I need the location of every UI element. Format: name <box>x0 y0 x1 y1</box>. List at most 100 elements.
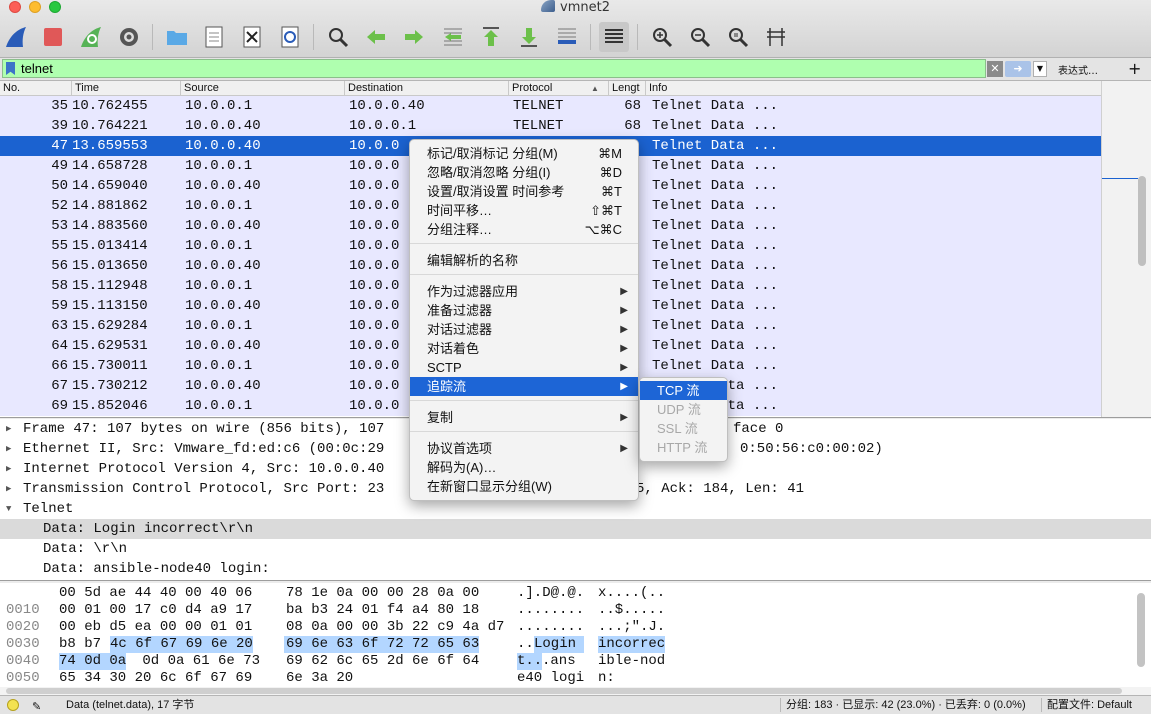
colorize-icon <box>605 29 623 43</box>
menu-item-follow-stream[interactable]: 追踪流 ▶ <box>410 377 638 396</box>
normal-size-button[interactable] <box>723 22 753 52</box>
packet-bytes: 0010 00 5d ae 44 40 00 40 06 78 1e 0a 00… <box>0 583 1151 703</box>
zoom-out-button[interactable] <box>685 22 715 52</box>
menu-item-time-reference[interactable]: 设置/取消设置 时间参考 ⌘T <box>410 182 638 201</box>
collapse-arrow-icon[interactable]: ▼ <box>6 499 11 519</box>
resize-columns-button[interactable] <box>761 22 791 52</box>
open-file-button[interactable] <box>162 22 192 52</box>
menu-item-copy[interactable]: 复制 ▶ <box>410 408 638 427</box>
column-header-source[interactable]: Source <box>181 81 345 96</box>
column-header-info[interactable]: Info <box>646 81 1102 96</box>
bytes-row[interactable]: 0040 b8 b7 4c 6f 67 69 6e 20 69 6e 63 6f… <box>0 636 666 669</box>
display-filter-field[interactable] <box>2 59 986 78</box>
packet-cell-src: 10.0.0.40 <box>185 378 261 394</box>
menu-item-mark[interactable]: 标记/取消标记 分组(M) ⌘M <box>410 144 638 163</box>
filter-history-dropdown[interactable]: ▼ <box>1033 61 1047 77</box>
packet-row[interactable]: 35 10.762455 10.0.0.1 10.0.0.40 TELNET 68 Teln… <box>0 96 1102 116</box>
colorize-button[interactable] <box>599 22 629 52</box>
menu-item-conversation-filter[interactable]: 对话过滤器 ▶ <box>410 320 638 339</box>
expand-arrow-icon[interactable]: ▶ <box>6 459 11 479</box>
packet-cell-no: 52 <box>51 198 68 214</box>
column-header-protocol[interactable]: Protocol ▲ <box>509 81 609 96</box>
save-file-button[interactable] <box>199 22 229 52</box>
menu-item-apply-as-filter[interactable]: 作为过滤器应用 ▶ <box>410 282 638 301</box>
status-profile[interactable]: 配置文件: Default <box>1047 696 1132 714</box>
capture-options-button[interactable] <box>114 22 144 52</box>
expand-arrow-icon[interactable]: ▶ <box>6 479 11 499</box>
bytes-scrollbar-thumb[interactable] <box>1137 593 1145 667</box>
go-forward-button[interactable] <box>399 22 429 52</box>
status-packet-counts: 分组: 183 · 已显示: 42 (23.0%) · 已丢弃: 0 (0.0%… <box>786 699 1026 711</box>
bytes-row[interactable]: 0060 65 34 30 20 6c 6f 67 69 6e 3a 20 e4… <box>0 670 615 703</box>
menu-item-colorize-conversation[interactable]: 对话着色 ▶ <box>410 339 638 358</box>
bytes-row[interactable]: 0020 00 01 00 17 c0 d4 a9 17 ba b3 24 01… <box>0 602 665 635</box>
menu-item-ignore[interactable]: 忽略/取消忽略 分组(I) ⌘D <box>410 163 638 182</box>
scrollbar-thumb[interactable] <box>6 688 1122 694</box>
detail-telnet-data[interactable]: Data: ansible-node40 login: <box>0 559 1151 579</box>
submenu-item-udp-stream[interactable]: UDP 流 <box>640 400 727 419</box>
reload-file-button[interactable] <box>275 22 305 52</box>
column-header-time[interactable]: Time <box>72 81 181 96</box>
display-filter-input[interactable] <box>21 60 921 77</box>
scrollbar-thumb[interactable] <box>1138 176 1146 266</box>
go-to-packet-button[interactable] <box>438 22 468 52</box>
clear-filter-button[interactable]: ✕ <box>987 61 1003 77</box>
packet-cell-time: 15.112948 <box>72 278 148 294</box>
expand-arrow-icon[interactable]: ▶ <box>6 419 11 439</box>
detail-telnet-data-selected[interactable]: Data: Login incorrect\r\n <box>0 519 1151 539</box>
menu-item-decode-as[interactable]: 解码为(A)… <box>410 458 638 477</box>
submenu-item-ssl-stream[interactable]: SSL 流 <box>640 419 727 438</box>
packet-cell-src: 10.0.0.40 <box>185 218 261 234</box>
menu-item-protocol-preferences[interactable]: 协议首选项 ▶ <box>410 439 638 458</box>
column-header-destination[interactable]: Destination <box>345 81 509 96</box>
submenu-item-http-stream[interactable]: HTTP 流 <box>640 438 727 457</box>
find-packet-button[interactable] <box>323 22 353 52</box>
menu-item-sctp[interactable]: SCTP ▶ <box>410 358 638 377</box>
packet-cell-no: 35 <box>51 98 68 114</box>
close-file-button[interactable] <box>237 22 267 52</box>
zoom-out-icon <box>691 28 711 48</box>
detail-telnet[interactable]: ▼ Telnet <box>0 499 1151 519</box>
detail-telnet-data[interactable]: Data: \r\n <box>0 539 1151 559</box>
bytes-row[interactable]: 0050 74 0d 0a 0d 0a 61 6e 73 69 62 6c 65… <box>0 653 665 686</box>
menu-item-prepare-filter[interactable]: 准备过滤器 ▶ <box>410 301 638 320</box>
submenu-arrow-icon: ▶ <box>620 412 628 423</box>
menu-item-show-in-new-window[interactable]: 在新窗口显示分组(W) <box>410 477 638 496</box>
bytes-horizontal-scrollbar[interactable] <box>0 687 1151 695</box>
submenu-arrow-icon: ▶ <box>620 443 628 454</box>
add-filter-button[interactable]: + <box>1128 59 1141 78</box>
follow-stream-submenu: TCP 流 UDP 流 SSL 流 HTTP 流 <box>639 377 728 462</box>
auto-scroll-button[interactable] <box>552 22 582 52</box>
menu-item-packet-comment[interactable]: 分组注释… ⌥⌘C <box>410 220 638 239</box>
submenu-item-tcp-stream[interactable]: TCP 流 <box>640 381 727 400</box>
packet-cell-proto: TELNET <box>513 98 564 114</box>
expert-info-icon[interactable] <box>7 699 19 711</box>
packet-cell-time: 14.659040 <box>72 178 148 194</box>
bookmark-icon[interactable] <box>6 62 15 75</box>
edit-comment-icon[interactable]: ✎ <box>32 698 41 714</box>
expression-button[interactable]: 表达式… <box>1058 62 1098 77</box>
apply-filter-button[interactable]: ➜ <box>1005 61 1031 77</box>
expand-arrow-icon[interactable]: ▶ <box>6 439 11 459</box>
bytes-highlight: Login <box>534 636 585 653</box>
column-header-length[interactable]: Lengt <box>609 81 646 96</box>
packet-list-scrollbar[interactable] <box>1101 81 1151 417</box>
start-capture-button[interactable] <box>1 22 31 52</box>
zoom-in-button[interactable] <box>647 22 677 52</box>
menu-item-time-shift[interactable]: 时间平移… ⇧⌘T <box>410 201 638 220</box>
arrow-bottom-icon <box>521 28 537 47</box>
menu-item-edit-resolved-name[interactable]: 编辑解析的名称 <box>410 251 638 270</box>
packet-cell-src: 10.0.0.1 <box>185 158 253 174</box>
column-header-no[interactable]: No. <box>0 81 72 96</box>
bytes-row[interactable]: 0030 00 eb d5 ea 00 00 01 01 08 0a 00 00… <box>0 619 665 652</box>
restart-capture-button[interactable] <box>76 22 106 52</box>
packet-cell-no: 39 <box>51 118 68 134</box>
packet-row[interactable]: 39 10.764221 10.0.0.40 10.0.0.1 TELNET 68 Teln… <box>0 116 1102 136</box>
stop-capture-button[interactable] <box>38 22 68 52</box>
packet-cell-src: 10.0.0.40 <box>185 338 261 354</box>
first-packet-button[interactable] <box>476 22 506 52</box>
bytes-row[interactable]: 0010 00 5d ae 44 40 00 40 06 78 1e 0a 00… <box>0 585 665 618</box>
go-back-button[interactable] <box>361 22 391 52</box>
packet-cell-no: 67 <box>51 378 68 394</box>
last-packet-button[interactable] <box>514 22 544 52</box>
